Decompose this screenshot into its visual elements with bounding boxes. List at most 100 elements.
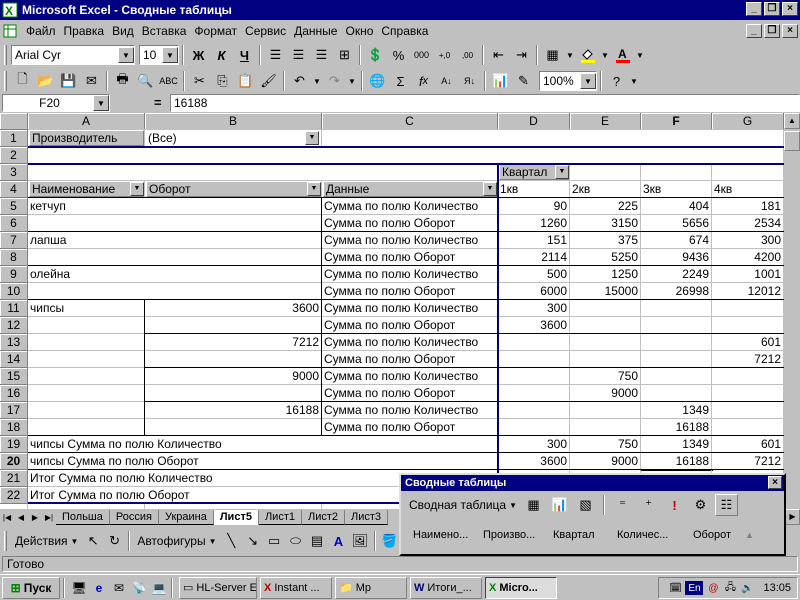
row-header[interactable]: 11	[0, 300, 28, 317]
worksheet-grid[interactable]: A B C D E F G Производитель (Все) ▼ Квар…	[0, 113, 800, 509]
chevron-down-icon[interactable]: ▼	[311, 70, 323, 92]
row-header[interactable]: 4	[0, 181, 28, 198]
value-cell[interactable]: 3600	[498, 453, 569, 469]
value-cell[interactable]	[498, 419, 569, 435]
restore-button[interactable]: ❐	[764, 2, 780, 16]
chevron-down-icon[interactable]: ▼	[162, 47, 178, 63]
vertical-scrollbar[interactable]: ▲	[784, 113, 800, 509]
minimize-button[interactable]: _	[746, 2, 762, 16]
data-label-qty[interactable]: Сумма по полю Количество	[322, 300, 497, 316]
value-cell[interactable]: 15000	[570, 283, 640, 299]
cell[interactable]	[28, 368, 144, 384]
data-label-qty[interactable]: Сумма по полю Количество	[322, 334, 497, 350]
increase-decimal-icon[interactable]: +,0	[433, 44, 456, 66]
show-desktop-icon[interactable]: 🖥	[70, 579, 88, 597]
value-cell[interactable]: 4200	[712, 249, 783, 265]
pivot-close-icon[interactable]: ×	[768, 476, 782, 489]
value-cell[interactable]: 9000	[570, 385, 640, 401]
scroll-up-arrow-icon[interactable]: ▲	[745, 530, 754, 540]
value-cell[interactable]	[712, 385, 783, 401]
value-cell[interactable]	[570, 419, 640, 435]
open-icon[interactable]: 📂	[34, 70, 57, 92]
doc-restore-button[interactable]: ❐	[764, 24, 780, 38]
borders-icon[interactable]: ▦	[541, 44, 564, 66]
value-cell[interactable]: 90	[498, 198, 569, 214]
row-header[interactable]: 2	[0, 147, 28, 164]
data-label-turn[interactable]: Сумма по полю Оборот	[322, 249, 497, 265]
autosum-icon[interactable]: Σ	[389, 70, 412, 92]
row-header[interactable]: 14	[0, 351, 28, 368]
value-cell[interactable]: 6000	[498, 283, 569, 299]
excel-app-icon[interactable]: X	[2, 2, 18, 18]
save-icon[interactable]: 💾	[57, 70, 80, 92]
align-left-icon[interactable]: ☰	[264, 44, 287, 66]
data-label-turn[interactable]: Сумма по полю Оборот	[322, 215, 497, 231]
row-header[interactable]: 1	[0, 130, 28, 147]
value-cell[interactable]: 151	[498, 232, 569, 248]
value-cell[interactable]	[712, 317, 783, 333]
scheduler-icon[interactable]: 🗓	[668, 581, 682, 595]
prev-sheet-icon[interactable]: ◀	[14, 511, 28, 525]
formula-equals[interactable]: =	[154, 95, 162, 110]
menu-tools[interactable]: Сервис	[241, 24, 290, 38]
value-cell[interactable]	[712, 402, 783, 418]
value-cell[interactable]: 500	[498, 266, 569, 282]
chevron-down-icon[interactable]: ▼	[599, 44, 611, 66]
pivot-table-menu[interactable]: Сводная таблица ▼	[407, 498, 519, 512]
select-pointer-icon[interactable]: ↖	[82, 530, 103, 552]
page-field-producer[interactable]: Производитель	[29, 130, 144, 146]
clock[interactable]: 13:05	[763, 582, 791, 594]
cell[interactable]	[28, 215, 321, 231]
value-cell[interactable]: 750	[570, 368, 640, 384]
cell[interactable]	[145, 317, 321, 333]
task-instant[interactable]: X Instant ...	[260, 576, 332, 599]
name-box[interactable]: F20 ▼	[2, 94, 110, 112]
product-label[interactable]: лапша	[28, 232, 321, 248]
menu-data[interactable]: Данные	[290, 24, 341, 38]
turnover-label[interactable]: 16188	[145, 402, 321, 418]
autoshapes-menu[interactable]: Автофигуры ▼	[133, 534, 220, 548]
value-cell[interactable]: 9436	[641, 249, 711, 265]
value-cell[interactable]: 2249	[641, 266, 711, 282]
turnover-label[interactable]: 9000	[145, 368, 321, 384]
pivot-chart-icon[interactable]: 📊	[548, 494, 571, 516]
outlook-icon[interactable]: ✉	[110, 579, 128, 597]
product-label[interactable]: чипсы	[28, 300, 144, 316]
sheet-tab[interactable]: Польша	[56, 510, 110, 525]
pivot-field-quarter[interactable]: Квартал	[553, 529, 617, 541]
row-header[interactable]: 9	[0, 266, 28, 283]
font-color-icon[interactable]: A	[611, 44, 634, 66]
row-header[interactable]: 8	[0, 249, 28, 266]
italic-button[interactable]: К	[210, 44, 233, 66]
function-icon[interactable]: fx	[412, 70, 435, 92]
row-header[interactable]: 19	[0, 436, 28, 453]
row-header[interactable]: 13	[0, 334, 28, 351]
menu-insert[interactable]: Вставка	[138, 24, 191, 38]
cell[interactable]	[28, 283, 321, 299]
data-label-turn[interactable]: Сумма по полю Оборот	[322, 283, 497, 299]
clipart-icon[interactable]: 🖼	[349, 530, 370, 552]
new-icon[interactable]: 🗋	[11, 70, 34, 92]
value-cell[interactable]: 9000	[570, 453, 640, 469]
row-field-name[interactable]: Наименование	[29, 181, 145, 197]
value-cell[interactable]: 2114	[498, 249, 569, 265]
value-cell[interactable]	[498, 385, 569, 401]
font-name-combo[interactable]: Arial Cyr ▼	[11, 45, 135, 65]
align-center-icon[interactable]: ☰	[287, 44, 310, 66]
toolbar-grip[interactable]	[4, 45, 7, 65]
cell[interactable]	[28, 402, 144, 418]
column-header-f[interactable]: F	[641, 113, 712, 130]
value-cell[interactable]: 300	[712, 232, 783, 248]
select-all-corner[interactable]	[0, 113, 28, 130]
value-cell[interactable]: 674	[641, 232, 711, 248]
thousands-icon[interactable]: 000	[410, 44, 433, 66]
pivot-toolbar-titlebar[interactable]: Сводные таблицы ×	[401, 475, 784, 491]
cell[interactable]	[28, 334, 144, 350]
value-cell[interactable]	[641, 317, 711, 333]
value-cell[interactable]	[570, 300, 640, 316]
quarter-header[interactable]: 3кв	[641, 181, 711, 197]
quarter-header[interactable]: 4кв	[712, 181, 783, 197]
column-header-a[interactable]: A	[28, 113, 145, 130]
row-header[interactable]: 5	[0, 198, 28, 215]
value-cell[interactable]	[498, 334, 569, 350]
